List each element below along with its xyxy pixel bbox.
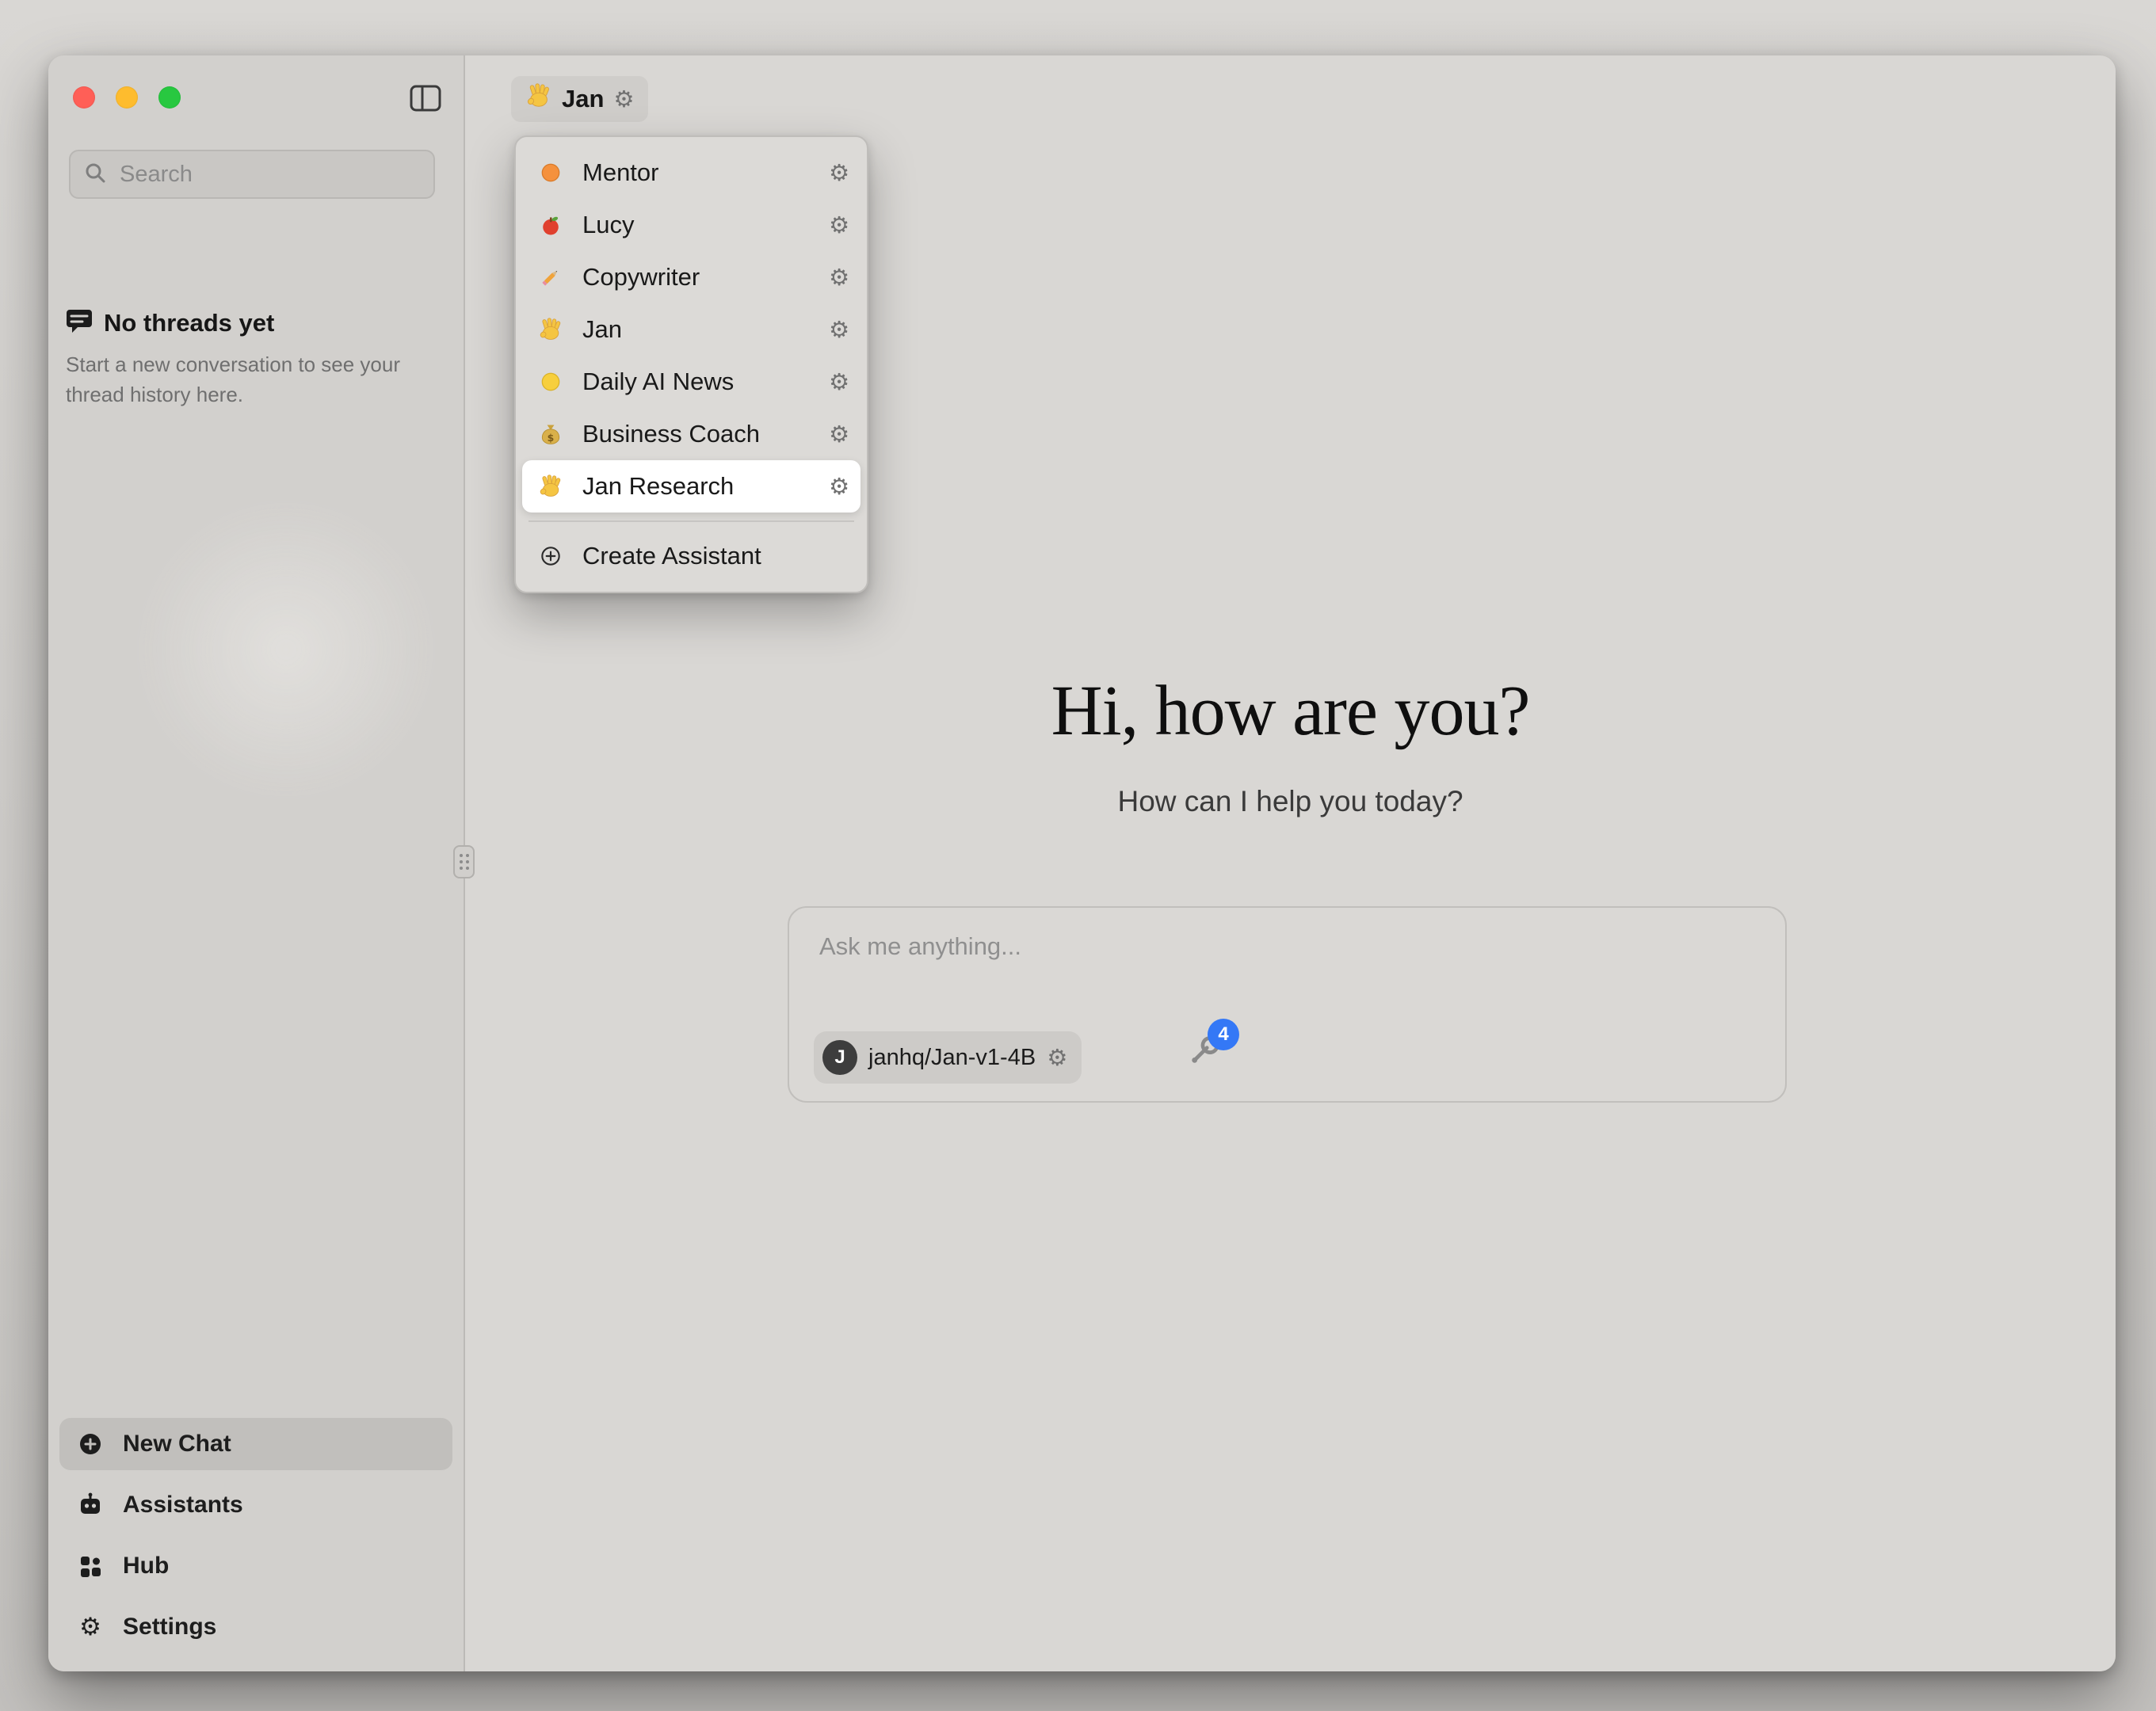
menu-item-label: Business Coach	[582, 420, 813, 448]
chat-input[interactable]	[818, 932, 1740, 962]
hub-icon	[77, 1553, 104, 1579]
wrench-icon	[1184, 1061, 1225, 1074]
assistant-gear-icon[interactable]: ⚙	[613, 88, 634, 111]
menu-item-jan[interactable]: Jan ⚙	[522, 303, 860, 356]
main-area: Jan ⚙ Mentor ⚙ Lucy	[465, 55, 2116, 1671]
sidebar-item-settings[interactable]: ⚙ Settings	[59, 1601, 452, 1653]
chat-composer[interactable]: J janhq/Jan-v1-4B ⚙ 4	[788, 906, 1787, 1103]
menu-item-label: Jan Research	[582, 472, 813, 501]
model-gear-icon[interactable]: ⚙	[1047, 1046, 1067, 1069]
empty-state-description: Start a new conversation to see your thr…	[66, 350, 413, 410]
plus-circle-outline-icon	[535, 543, 567, 569]
wave-emoji-icon	[535, 317, 567, 342]
minimize-button[interactable]	[116, 86, 138, 109]
menu-item-jan-research[interactable]: Jan Research ⚙	[522, 460, 860, 513]
menu-item-label: Copywriter	[582, 263, 813, 292]
apple-emoji-icon	[535, 212, 567, 238]
search-input[interactable]	[118, 161, 421, 189]
sidebar-resize-handle[interactable]	[453, 845, 475, 878]
plus-circle-icon	[77, 1431, 104, 1457]
menu-item-business-coach[interactable]: $ Business Coach ⚙	[522, 408, 860, 460]
menu-item-gear-icon[interactable]: ⚙	[829, 214, 849, 237]
model-avatar: J	[822, 1040, 857, 1075]
wave-emoji-icon	[525, 82, 552, 116]
menu-item-copywriter[interactable]: Copywriter ⚙	[522, 251, 860, 303]
menu-item-gear-icon[interactable]: ⚙	[829, 266, 849, 289]
close-button[interactable]	[73, 86, 95, 109]
greeting-title: Hi, how are you?	[465, 670, 2116, 752]
money-bag-emoji-icon: $	[535, 421, 567, 447]
menu-item-label: Create Assistant	[582, 542, 849, 570]
sidebar-item-label: New Chat	[123, 1431, 231, 1458]
hero-section: Hi, how are you? How can I help you toda…	[465, 670, 2116, 818]
sidebar-item-assistants[interactable]: Assistants	[59, 1479, 452, 1531]
menu-item-label: Daily AI News	[582, 368, 813, 396]
assistants-icon	[77, 1492, 104, 1518]
menu-item-create-assistant[interactable]: Create Assistant	[522, 530, 860, 582]
yellow-circle-emoji-icon	[535, 369, 567, 394]
sidebar-item-new-chat[interactable]: New Chat	[59, 1418, 452, 1470]
app-window: No threads yet Start a new conversation …	[48, 55, 2116, 1671]
sidebar-item-label: Assistants	[123, 1492, 243, 1519]
sidebar-nav: New Chat Assistants	[59, 1418, 452, 1653]
tools-count-badge: 4	[1208, 1019, 1239, 1050]
menu-item-label: Jan	[582, 315, 813, 344]
zoom-button[interactable]	[158, 86, 181, 109]
assistant-dropdown-menu: Mentor ⚙ Lucy ⚙	[514, 135, 868, 593]
empty-state-title: No threads yet	[104, 309, 274, 337]
search-box[interactable]	[69, 150, 435, 199]
assistant-selector-button[interactable]: Jan ⚙	[511, 76, 648, 122]
orange-circle-emoji-icon	[535, 160, 567, 185]
menu-item-gear-icon[interactable]: ⚙	[829, 162, 849, 185]
chat-bubble-icon	[64, 306, 94, 340]
menu-item-label: Mentor	[582, 158, 813, 187]
wave-emoji-icon	[535, 474, 567, 499]
tools-button[interactable]: 4	[1184, 1030, 1231, 1077]
model-selector-button[interactable]: J janhq/Jan-v1-4B ⚙	[814, 1031, 1082, 1084]
menu-separator	[529, 520, 854, 522]
menu-item-daily-ai-news[interactable]: Daily AI News ⚙	[522, 356, 860, 408]
pencil-emoji-icon	[535, 265, 567, 290]
menu-item-gear-icon[interactable]: ⚙	[829, 423, 849, 446]
svg-text:$: $	[548, 432, 555, 444]
sidebar-item-label: Hub	[123, 1553, 169, 1580]
settings-gear-icon: ⚙	[77, 1613, 104, 1641]
grip-dots-icon	[460, 854, 469, 870]
menu-item-gear-icon[interactable]: ⚙	[829, 475, 849, 498]
menu-item-lucy[interactable]: Lucy ⚙	[522, 199, 860, 251]
traffic-lights	[73, 86, 181, 109]
background-blob	[135, 499, 437, 800]
model-name: janhq/Jan-v1-4B	[868, 1045, 1036, 1071]
menu-item-gear-icon[interactable]: ⚙	[829, 318, 849, 341]
sidebar-item-label: Settings	[123, 1614, 216, 1641]
sidebar-toggle-icon[interactable]	[410, 84, 441, 112]
menu-item-mentor[interactable]: Mentor ⚙	[522, 147, 860, 199]
menu-item-gear-icon[interactable]: ⚙	[829, 371, 849, 394]
greeting-subtitle: How can I help you today?	[465, 785, 2116, 818]
search-icon	[83, 161, 107, 189]
assistant-name: Jan	[562, 85, 604, 113]
sidebar: No threads yet Start a new conversation …	[48, 55, 465, 1671]
sidebar-item-hub[interactable]: Hub	[59, 1540, 452, 1592]
menu-item-label: Lucy	[582, 211, 813, 239]
